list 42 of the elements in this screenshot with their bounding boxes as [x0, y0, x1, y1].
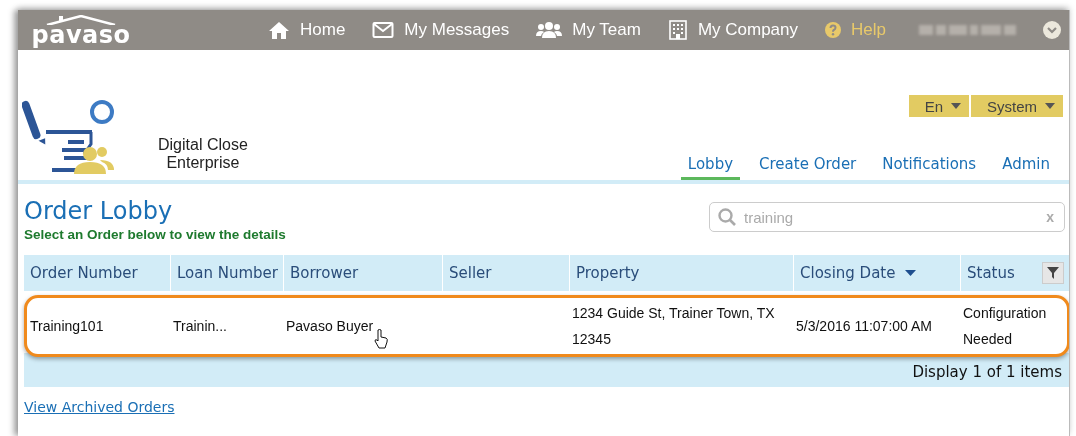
building-icon [667, 20, 688, 40]
product-subtitle: Enterprise [166, 154, 240, 172]
dropdown-button[interactable]: System [971, 95, 1063, 117]
table-cell-text: 5/3/2016 11:07:00 AM [795, 317, 933, 336]
caret-icon [1045, 103, 1055, 109]
column-header[interactable]: Seller [442, 255, 569, 291]
page-instructions: Select an Order below to view the details [24, 227, 286, 242]
column-header[interactable]: Borrower [283, 255, 442, 291]
nav-tab[interactable]: Admin [995, 155, 1057, 180]
page-title: Order Lobby [24, 196, 174, 226]
nav-link[interactable]: My Team [536, 20, 641, 40]
chevron-down-icon[interactable] [1043, 21, 1061, 39]
pager-text: Display 1 of 1 items [912, 363, 1062, 381]
nav-link[interactable]: My Messages [372, 20, 510, 40]
nav-tab[interactable]: Notifications [875, 155, 984, 180]
table-cell-text: Configuration Needed [962, 304, 1048, 349]
caret-icon [951, 103, 961, 109]
nav-link[interactable]: Home [268, 20, 346, 40]
table-cell-text: Trainin... [172, 317, 228, 336]
product-name: Digital Close [158, 136, 248, 154]
table-cell-text: 1234 Guide St, Trainer Town, TX 12345 [571, 304, 776, 349]
filter-button[interactable] [1042, 262, 1064, 284]
nav-link[interactable]: My Company [667, 20, 799, 40]
column-header[interactable]: Property [569, 255, 793, 291]
hand-cursor-icon [374, 329, 388, 349]
filter-icon [1047, 267, 1059, 279]
column-header[interactable]: Closing Date [793, 255, 960, 291]
team-icon [536, 21, 563, 39]
archive-link[interactable]: View Archived Orders [24, 399, 175, 415]
mail-icon [372, 21, 395, 39]
column-header[interactable]: Order Number [24, 255, 170, 291]
search-icon [718, 208, 736, 226]
table-row[interactable]: Training101 Trainin... Pavaso Buyer 1234 Guide St, Trainer Town, TX 12345 5/3/2016 11:07:00 AM Configuration Needed [24, 295, 1069, 357]
nav-tab[interactable]: Create Order [752, 155, 864, 180]
table-cell-text: Training101 [29, 317, 105, 336]
column-header[interactable]: Status [960, 255, 1069, 291]
column-header[interactable]: Loan Number [170, 255, 283, 291]
table-cell-text: Pavaso Buyer [285, 317, 375, 336]
nav-tab[interactable]: Lobby [680, 155, 741, 180]
help-icon [825, 22, 842, 38]
home-icon [268, 21, 290, 39]
dropdown-button[interactable]: En [908, 95, 969, 117]
